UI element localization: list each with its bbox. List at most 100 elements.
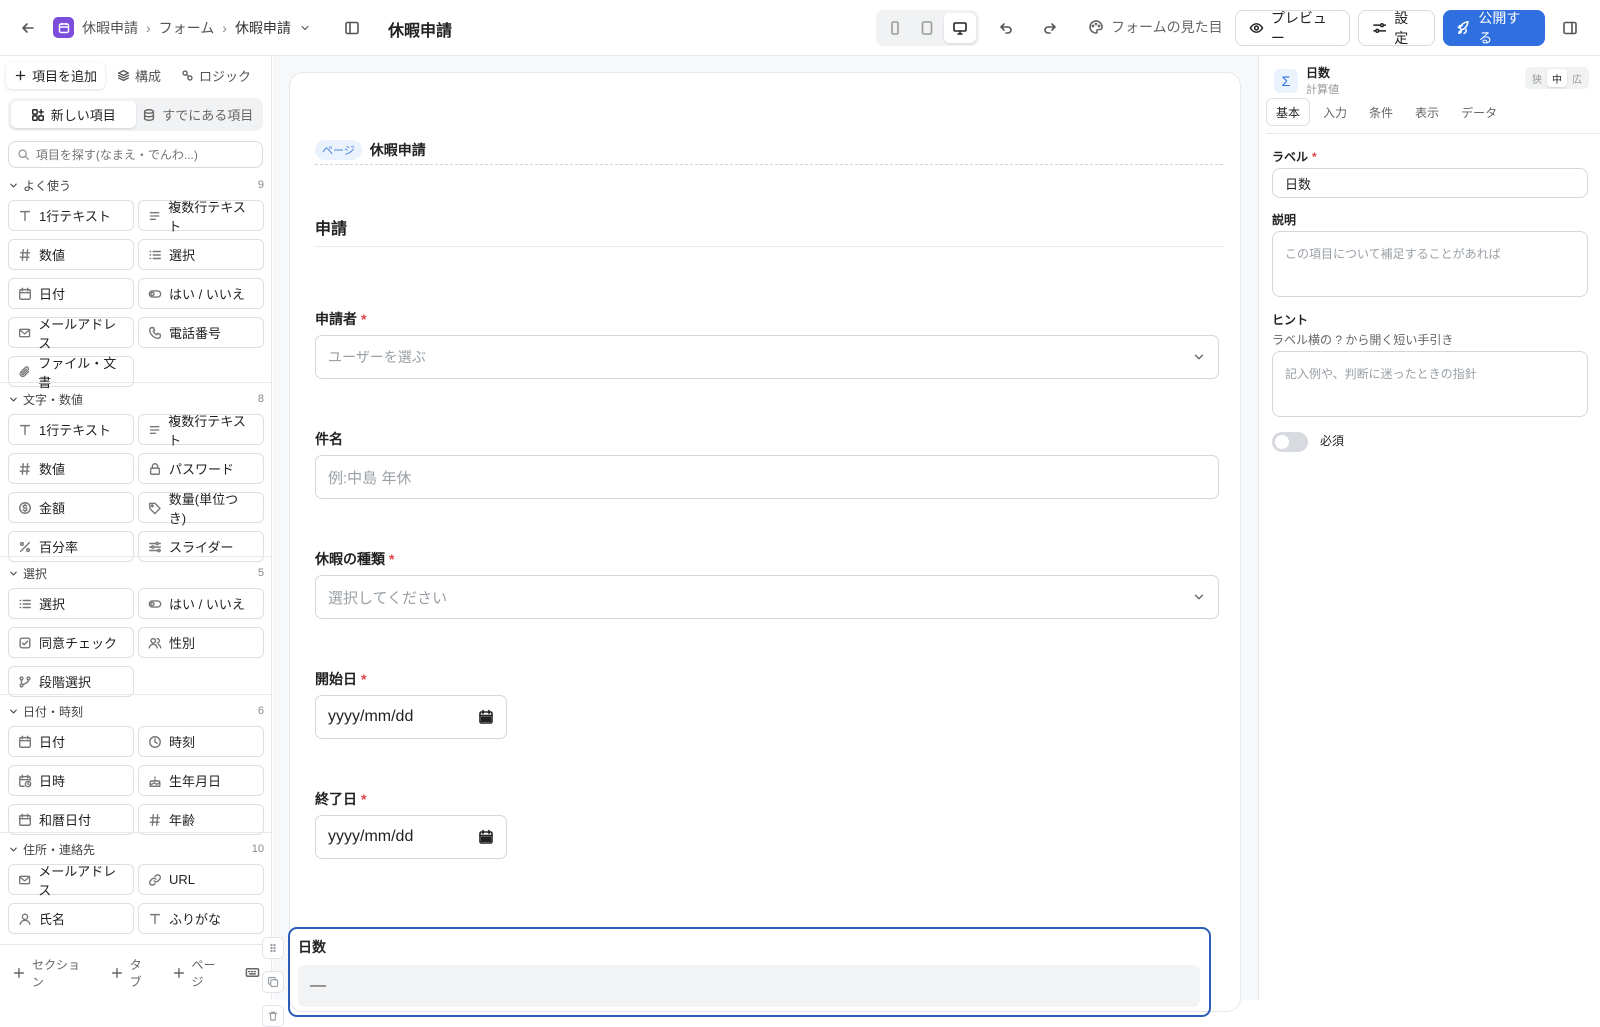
add-section-button[interactable]: セクション [12, 956, 92, 990]
chevron-down-icon [10, 397, 17, 401]
tablet-view-button[interactable] [911, 13, 943, 43]
required-toggle[interactable] [1272, 432, 1308, 452]
field-type-item[interactable]: 数量(単位つき) [138, 492, 264, 526]
back-button[interactable] [18, 18, 38, 38]
selected-field-days[interactable]: 日数 — [262, 927, 1211, 1027]
field-type-item[interactable]: 氏名 [8, 903, 134, 934]
settings-button[interactable]: 設定 [1358, 10, 1435, 46]
delete-button[interactable] [262, 1005, 284, 1027]
field-type-item[interactable]: 時刻 [138, 726, 264, 757]
field-type-item[interactable]: 百分率 [8, 531, 134, 562]
sidebar-toggle-button[interactable] [342, 18, 362, 38]
section-header[interactable]: 文字・数値 8 [0, 388, 271, 410]
field-type-item[interactable]: 同意チェック [8, 627, 134, 658]
tab-logic[interactable]: ロジック [173, 62, 259, 89]
preview-button[interactable]: プレビュー [1235, 10, 1350, 46]
width-wide-button[interactable]: 広 [1567, 69, 1587, 87]
tab-data[interactable]: データ [1452, 98, 1506, 126]
hint-subtitle: ラベル横の ? から開く短い手引き [1272, 333, 1454, 347]
section-header[interactable]: 日付・時刻 6 [0, 700, 271, 722]
description-textarea[interactable]: この項目について補足することがあれば [1272, 231, 1588, 297]
add-tab-button[interactable]: タブ [110, 956, 154, 990]
applicant-placeholder: ユーザーを選ぶ [328, 349, 426, 365]
section-title: 選択 [23, 566, 48, 581]
width-narrow-button[interactable]: 狭 [1527, 69, 1547, 87]
field-type-item[interactable]: 数値 [8, 453, 134, 484]
section-header[interactable]: よく使う 9 [0, 174, 271, 196]
label-input[interactable]: 日数 [1272, 168, 1588, 198]
section-header[interactable]: 住所・連絡先 10 [0, 838, 271, 860]
tab-basic[interactable]: 基本 [1266, 98, 1311, 126]
field-type-item[interactable]: 1行テキスト [8, 414, 134, 445]
field-type-item[interactable]: 段階選択 [8, 666, 134, 697]
item-search-input[interactable] [35, 147, 254, 162]
undo-button[interactable] [996, 18, 1016, 38]
chevron-down-icon[interactable] [299, 22, 311, 34]
field-type-item[interactable]: URL [138, 864, 264, 895]
field-type-item[interactable]: 複数行テキスト [138, 200, 264, 234]
calendar-icon[interactable] [478, 709, 494, 725]
applicant-select[interactable]: ユーザーを選ぶ [315, 335, 1219, 379]
leave-type-select[interactable]: 選択してください [315, 575, 1219, 619]
calendar-icon [19, 287, 31, 300]
item-search [8, 141, 263, 168]
sidebar-tabs: 項目を追加 構成 ロジック [6, 62, 259, 89]
field-type-item[interactable]: はい / いいえ [138, 278, 264, 309]
tab-input[interactable]: 入力 [1314, 98, 1356, 126]
add-page-button[interactable]: ページ [172, 956, 228, 990]
section-title[interactable]: 申請 [315, 215, 1223, 247]
width-medium-button[interactable]: 中 [1547, 69, 1567, 87]
right-panel-toggle-button[interactable] [1560, 18, 1580, 38]
redo-button[interactable] [1040, 18, 1060, 38]
field-type-item[interactable]: 性別 [138, 627, 264, 658]
start-date-value: yyyy/mm/dd [328, 708, 414, 725]
keyboard-icon[interactable] [245, 965, 260, 980]
leave-type-label: 休暇の種類 * [315, 549, 394, 569]
segment-new-items[interactable]: 新しい項目 [11, 101, 136, 128]
hint-textarea[interactable]: 記入例や、判断に迷ったときの指針 [1272, 351, 1588, 417]
field-type-item[interactable]: 生年月日 [138, 765, 264, 796]
appearance-button[interactable]: フォームの見た目 [1088, 17, 1223, 37]
field-type-item[interactable]: 複数行テキスト [138, 414, 264, 448]
drag-handle[interactable] [262, 937, 284, 959]
field-type-item[interactable]: 日時 [8, 765, 134, 796]
tab-display[interactable]: 表示 [1406, 98, 1448, 126]
field-type-item[interactable]: 選択 [138, 239, 264, 270]
section-header[interactable]: 選択 5 [0, 562, 271, 584]
start-date-input[interactable]: yyyy/mm/dd [315, 695, 507, 739]
plus-icon [13, 967, 25, 978]
field-type-label: 複数行テキスト [168, 413, 246, 448]
field-type-item[interactable]: 1行テキスト [8, 200, 134, 231]
tab-add-item[interactable]: 項目を追加 [6, 62, 106, 89]
field-type-item[interactable]: メールアドレス [8, 864, 134, 898]
field-type-item[interactable]: 日付 [8, 726, 134, 757]
breadcrumb-forms[interactable]: フォーム [159, 18, 215, 38]
tab-structure[interactable]: 構成 [109, 62, 169, 89]
field-type-item[interactable]: パスワード [138, 453, 264, 484]
publish-button[interactable]: 公開する [1443, 10, 1545, 46]
field-type-item[interactable]: 金額 [8, 492, 134, 523]
field-type-item[interactable]: ふりがな [138, 903, 264, 934]
segment-existing-items[interactable]: すでにある項目 [136, 101, 261, 128]
field-type-item[interactable]: はい / いいえ [138, 588, 264, 619]
subject-input[interactable]: 例:中島 年休 [315, 455, 1219, 499]
field-type-item[interactable]: 選択 [8, 588, 134, 619]
calendar-icon[interactable] [478, 829, 494, 845]
field-type-item[interactable]: 年齢 [138, 804, 264, 835]
clock-icon [149, 735, 161, 748]
field-type-item[interactable]: 日付 [8, 278, 134, 309]
desktop-view-button[interactable] [943, 13, 976, 43]
field-type-item[interactable]: 電話番号 [138, 317, 264, 348]
duplicate-button[interactable] [262, 971, 284, 993]
end-date-input[interactable]: yyyy/mm/dd [315, 815, 507, 859]
field-type-item[interactable]: 数値 [8, 239, 134, 270]
field-type-item[interactable]: 和暦日付 [8, 804, 134, 835]
mobile-view-button[interactable] [879, 13, 911, 43]
tab-condition[interactable]: 条件 [1360, 98, 1402, 126]
field-type-item[interactable]: メールアドレス [8, 317, 134, 351]
breadcrumb-app[interactable]: 休暇申請 [82, 18, 138, 38]
page-name[interactable]: 休暇申請 [370, 140, 426, 160]
breadcrumb-current[interactable]: 休暇申請 [235, 18, 291, 38]
eye-icon [1249, 23, 1264, 33]
field-type-item[interactable]: スライダー [138, 531, 264, 562]
